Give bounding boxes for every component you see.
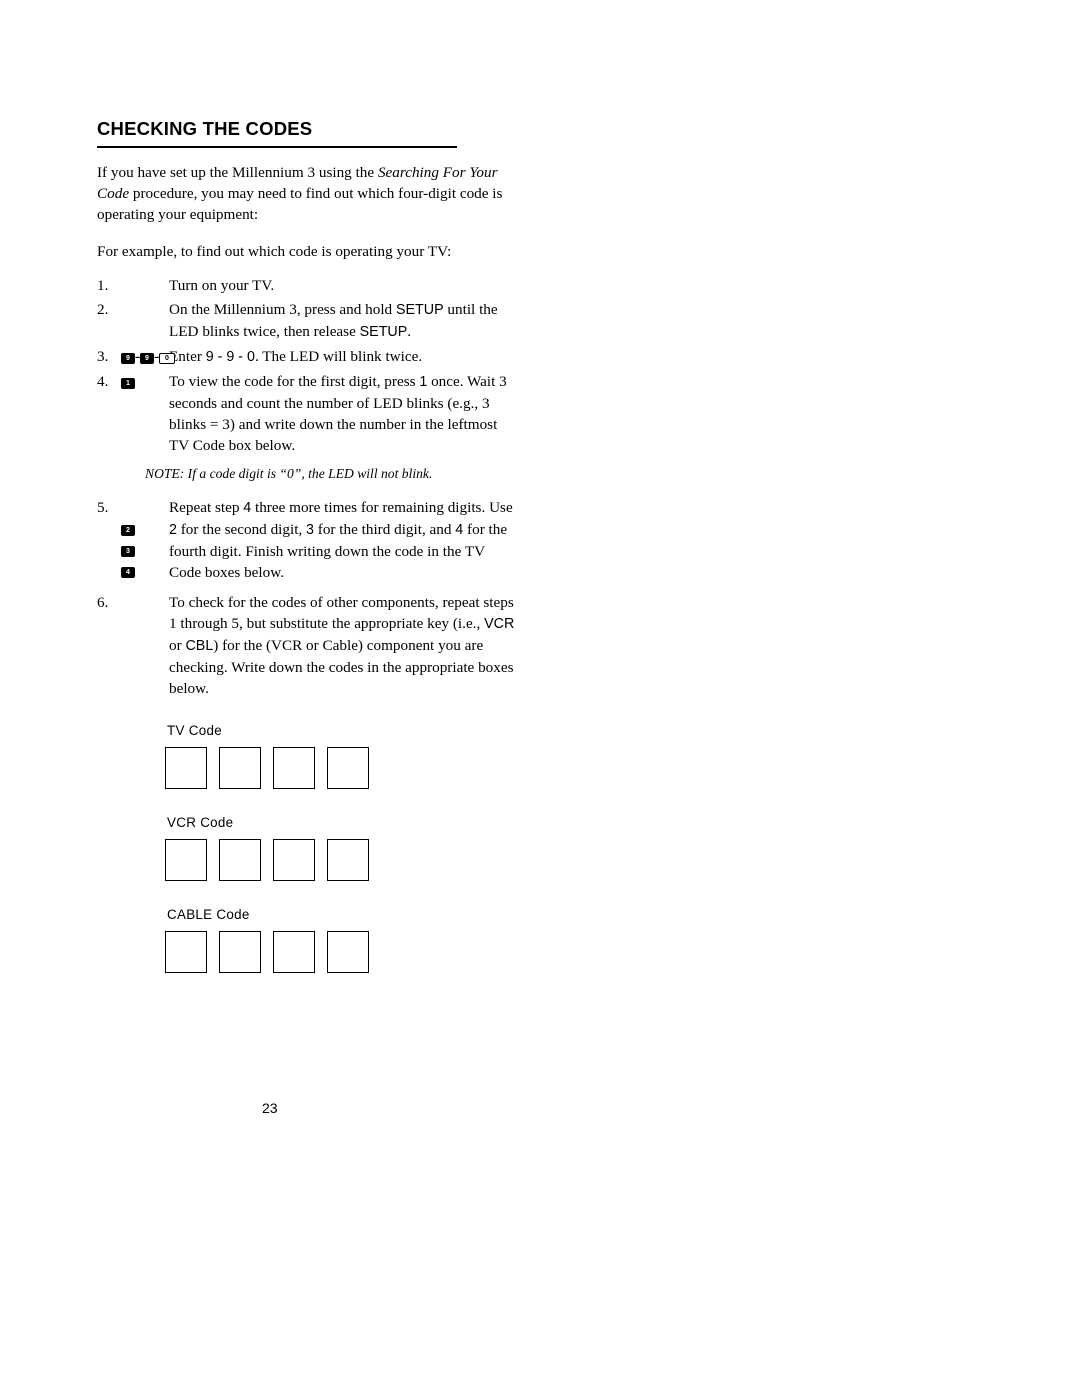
step-3: 3. 9-9-0 Enter 9 - 9 - 0. The LED will b… [97, 346, 517, 368]
step-2-icon-cell: SETUP [121, 299, 169, 343]
step-3-icon-cell: 9-9-0 [121, 346, 175, 368]
step-2-text-3: . [407, 323, 412, 340]
step-5-text-2: three more times for remaining digits. U… [251, 499, 513, 516]
tv-code-boxes [165, 747, 517, 789]
step-2: 2. SETUP On the Millennium 3, press and … [97, 299, 517, 343]
step-1: 1. Turn on your TV. [97, 275, 517, 296]
step-2-key-setup-2: SETUP [359, 324, 408, 340]
step-5-key-3: 3 [306, 522, 314, 538]
setup-key-label: SETUP [128, 306, 150, 312]
vcr-code-box-3[interactable] [273, 839, 315, 881]
tv-code-box-2[interactable] [219, 747, 261, 789]
cable-code-box-3[interactable] [273, 931, 315, 973]
step-2-text-1: On the Millennium 3, press and hold [169, 301, 396, 318]
vcr-code-boxes [165, 839, 517, 881]
vcr-code-box-1[interactable] [165, 839, 207, 881]
step-4-note: NOTE: If a code digit is “0”, the LED wi… [145, 466, 433, 481]
number-key-1: 1 [121, 377, 135, 389]
tv-code-box-4[interactable] [327, 747, 369, 789]
page-title: Checking the Codes [97, 118, 313, 139]
vcr-code-box-4[interactable] [327, 839, 369, 881]
cable-code-boxes [165, 931, 517, 973]
step-5-text-4: for the third digit, and [313, 521, 456, 538]
step-6-key-vcr: VCR [484, 616, 515, 632]
intro-paragraph-2: For example, to find out which code is o… [97, 243, 452, 260]
step-6: 6. To check for the codes of other compo… [97, 592, 517, 699]
intro-paragraph-1: If you have set up the Millennium 3 usin… [97, 162, 517, 225]
step-5-icon-cell: 2 3 4 [121, 497, 169, 583]
step-4-icon-cell: 1 [121, 371, 169, 456]
step-6-text-1: To check for the codes of other componen… [169, 594, 514, 632]
step-3-keys-990: 9 - 9 - 0 [205, 349, 255, 365]
step-3-text-2: . The LED will blink twice. [254, 348, 423, 365]
vcr-code-box-2[interactable] [219, 839, 261, 881]
step-5-number: 5. [97, 499, 109, 516]
number-key-4: 4 [121, 566, 135, 578]
step-4: 4. 1 To view the code for the first digi… [97, 371, 517, 456]
intro-text-1: If you have set up the Millennium 3 usin… [97, 164, 378, 181]
step-6-text-2: or [169, 637, 186, 654]
step-2-key-setup-1: SETUP [395, 302, 444, 318]
step-4-text-1: To view the code for the first digit, pr… [169, 373, 420, 390]
intro-text-2: procedure, you may need to find out whic… [97, 185, 503, 223]
tv-code-box-1[interactable] [165, 747, 207, 789]
step-2-number: 2. [97, 301, 109, 318]
step-1-text: Turn on your TV. [169, 277, 275, 294]
step-5-key-2: 2 [169, 522, 177, 538]
step-6-number: 6. [97, 594, 109, 611]
cable-code-box-1[interactable] [165, 931, 207, 973]
step-1-number: 1. [97, 277, 109, 294]
vcr-code-section: VCR Code [165, 815, 517, 881]
number-key-3: 3 [121, 545, 135, 557]
step-4-text: To view the code for the first digit, pr… [169, 371, 517, 456]
code-entry-area: TV Code VCR Code CABLE Code [165, 723, 517, 973]
number-key-9-b: 9 [140, 352, 154, 364]
step-5: 5. 2 3 4 Repeat step 4 three more times … [97, 497, 517, 583]
step-5-text: Repeat step 4 three more times for remai… [169, 497, 517, 583]
cable-code-box-4[interactable] [327, 931, 369, 973]
title-rule [97, 146, 457, 148]
tv-code-box-3[interactable] [273, 747, 315, 789]
cable-code-section: CABLE Code [165, 907, 517, 973]
document-page: Checking the Codes If you have set up th… [0, 0, 1080, 1397]
step-5-text-1: Repeat step [169, 499, 244, 516]
number-key-2: 2 [121, 524, 135, 536]
step-5-text-3: for the second digit, [176, 521, 307, 538]
tv-code-section: TV Code [165, 723, 517, 789]
step-4-number: 4. [97, 373, 109, 390]
page-content: Checking the Codes If you have set up th… [97, 118, 517, 999]
step-3-text: Enter 9 - 9 - 0. The LED will blink twic… [169, 346, 517, 368]
tv-code-label: TV Code [167, 723, 222, 738]
cable-code-box-2[interactable] [219, 931, 261, 973]
steps-list: 1. Turn on your TV. 2. SETUP On the Mill… [97, 275, 517, 699]
number-key-0: 0 [159, 352, 175, 364]
step-2-text: On the Millennium 3, press and hold SETU… [169, 299, 517, 343]
step-6-text-3: ) for the (VCR or Cable) component you a… [169, 637, 514, 697]
cable-code-label: CABLE Code [167, 907, 250, 922]
step-6-text: To check for the codes of other componen… [169, 592, 517, 699]
number-key-9-a: 9 [121, 352, 135, 364]
page-number: 23 [262, 1100, 278, 1116]
vcr-code-label: VCR Code [167, 815, 234, 830]
step-6-key-cbl: CBL [185, 638, 214, 654]
step-3-number: 3. [97, 348, 109, 365]
setup-key-icon: SETUP [121, 302, 157, 317]
step-5-ref-step4: 4 [243, 500, 252, 516]
